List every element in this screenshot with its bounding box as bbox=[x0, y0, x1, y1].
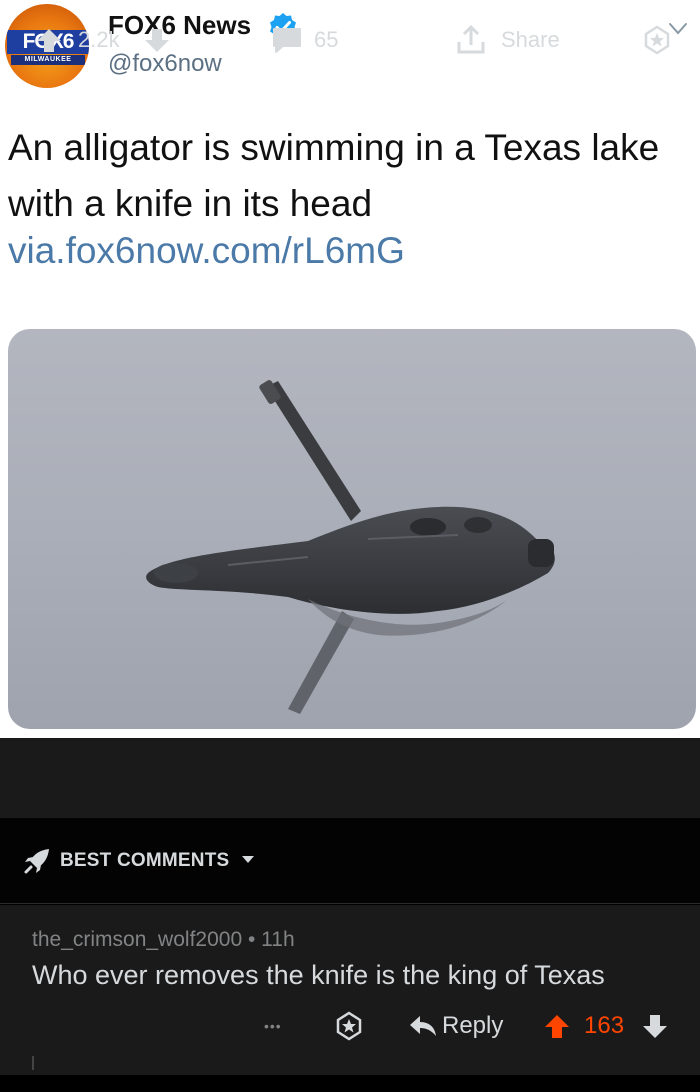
tweet-link[interactable]: via.fox6now.com/rL6mG bbox=[8, 230, 405, 272]
share-icon bbox=[457, 24, 485, 54]
comment-author[interactable]: the_crimson_wolf2000 bbox=[32, 928, 242, 951]
upvote-arrow-icon bbox=[545, 1015, 569, 1038]
comment-upvote-button[interactable] bbox=[542, 1004, 572, 1048]
comment-downvote-button[interactable] bbox=[640, 1004, 670, 1048]
award-icon bbox=[644, 25, 670, 55]
comment-bubble-icon bbox=[273, 28, 301, 53]
more-options-button[interactable]: ••• bbox=[264, 1004, 282, 1048]
comment-score: 163 bbox=[584, 1012, 625, 1039]
comment-award-button[interactable] bbox=[334, 1004, 364, 1048]
comment-count: 65 bbox=[314, 27, 339, 52]
downvote-arrow-icon bbox=[145, 29, 169, 52]
upvote-button[interactable] bbox=[34, 0, 64, 80]
downvote-button[interactable] bbox=[142, 0, 172, 80]
downvote-arrow-icon bbox=[643, 1015, 667, 1038]
reply-button[interactable]: Reply bbox=[408, 1004, 503, 1048]
reply-arrow-icon bbox=[410, 1016, 436, 1036]
sort-label[interactable]: BEST COMMENTS bbox=[60, 850, 229, 872]
share-button[interactable] bbox=[454, 0, 488, 80]
comment-meta: the_crimson_wolf2000 • 11h bbox=[32, 928, 295, 952]
alligator-photo[interactable] bbox=[8, 329, 696, 729]
tweet-card: FOX6 MILWAUKEE FOX6 News @fox6now An all… bbox=[0, 0, 700, 738]
sort-dropdown-icon[interactable] bbox=[240, 854, 256, 866]
comment-age: 11h bbox=[261, 928, 295, 951]
rocket-icon bbox=[24, 849, 49, 874]
award-button[interactable] bbox=[642, 0, 672, 80]
comment-body: Who ever removes the knife is the king o… bbox=[32, 960, 605, 990]
alligator-photo-drawing bbox=[146, 380, 555, 714]
bottom-strip bbox=[0, 1075, 700, 1092]
post-action-bar bbox=[0, 738, 700, 818]
meta-separator: • bbox=[247, 928, 256, 951]
upvote-arrow-icon bbox=[37, 29, 61, 52]
award-icon bbox=[336, 1011, 362, 1041]
thread-line bbox=[32, 1056, 34, 1070]
reply-label: Reply bbox=[442, 1012, 504, 1039]
share-label[interactable]: Share bbox=[501, 0, 560, 80]
tweet-text: An alligator is swimming in a Texas lake… bbox=[8, 127, 660, 224]
post-score: 2.2k bbox=[78, 27, 120, 52]
comments-button[interactable] bbox=[270, 0, 304, 80]
tweet-display-name[interactable]: FOX6 News bbox=[108, 10, 251, 41]
